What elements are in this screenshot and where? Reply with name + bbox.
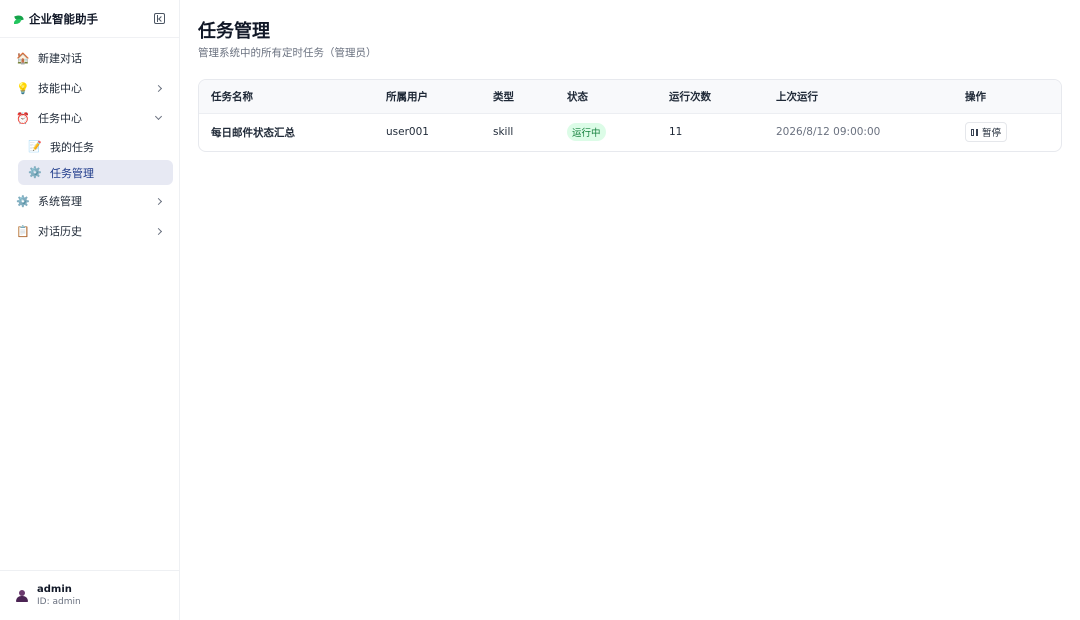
chevron-down-icon xyxy=(154,112,163,121)
lightbulb-icon: 💡 xyxy=(16,81,30,95)
task-name-cell: 每日邮件状态汇总 xyxy=(211,126,295,139)
sidebar-item-history[interactable]: 📋 对话历史 xyxy=(0,216,179,246)
memo-icon: 📝 xyxy=(28,140,42,153)
table-row: 每日邮件状态汇总 user001 skill 运行中 11 2026/8/12 … xyxy=(199,113,1061,151)
column-header: 类型 xyxy=(481,80,555,114)
column-header: 上次运行 xyxy=(764,80,953,114)
chevron-right-icon xyxy=(154,227,163,235)
task-last-run-cell: 2026/8/12 09:00:00 xyxy=(776,126,881,139)
gear-icon: ⚙️ xyxy=(28,166,42,179)
sidebar-item-system[interactable]: ⚙️ 系统管理 xyxy=(0,186,179,216)
column-header: 操作 xyxy=(953,80,1061,114)
gear-icon: ⚙️ xyxy=(16,194,30,208)
pause-button-label: 暂停 xyxy=(982,128,1002,140)
user-id: ID: admin xyxy=(37,597,81,607)
page-subtitle: 管理系统中的所有定时任务（管理员） xyxy=(198,47,377,59)
alarm-clock-icon: ⏰ xyxy=(16,111,30,125)
user-info: admin ID: admin xyxy=(37,584,81,607)
user-name: admin xyxy=(37,584,72,595)
status-badge: 运行中 xyxy=(567,123,606,142)
house-icon: 🏠 xyxy=(16,51,30,65)
pause-icon xyxy=(971,128,978,136)
user-profile[interactable]: admin ID: admin xyxy=(0,570,179,620)
brand-header: 企业智能助手 xyxy=(0,0,179,38)
task-type-cell: skill xyxy=(493,126,514,139)
task-runs-cell: 11 xyxy=(669,126,683,139)
clipboard-icon: 📋 xyxy=(16,224,30,238)
sidebar-item-label: 对话历史 xyxy=(38,225,82,238)
sidebar-item-skills[interactable]: 💡 技能中心 xyxy=(0,73,179,103)
task-table-card: 任务名称 所属用户 类型 状态 运行次数 上次运行 操作 每日邮件状态汇总 us… xyxy=(198,79,1062,152)
sidebar-item-tasks[interactable]: ⏰ 任务中心 xyxy=(0,103,179,133)
user-avatar-icon xyxy=(16,589,28,602)
chevron-right-icon xyxy=(154,84,163,92)
collapse-sidebar-icon[interactable] xyxy=(154,13,165,24)
task-action-cell: 暂停 xyxy=(953,113,1061,151)
sidebar: 企业智能助手 🏠 新建对话 💡 技能中心 ⏰ 任务中心 📝 我的任务 ⚙️ 任务… xyxy=(0,0,180,620)
sidebar-item-label: 系统管理 xyxy=(38,195,82,208)
column-header: 任务名称 xyxy=(199,80,374,114)
table-header-row: 任务名称 所属用户 类型 状态 运行次数 上次运行 操作 xyxy=(199,80,1061,114)
sidebar-nav: 🏠 新建对话 💡 技能中心 ⏰ 任务中心 📝 我的任务 ⚙️ 任务管理 ⚙️ 系… xyxy=(0,38,179,570)
chevron-right-icon xyxy=(154,197,163,205)
sidebar-item-label: 新建对话 xyxy=(38,52,82,65)
column-header: 所属用户 xyxy=(374,80,481,114)
column-header: 运行次数 xyxy=(657,80,764,114)
sidebar-item-new-chat[interactable]: 🏠 新建对话 xyxy=(0,43,179,73)
sidebar-subitem-label: 我的任务 xyxy=(50,140,94,154)
task-user-cell: user001 xyxy=(386,126,429,139)
task-status-cell: 运行中 xyxy=(555,113,657,151)
leaf-logo-icon xyxy=(14,13,24,25)
main-content: 任务管理 管理系统中的所有定时任务（管理员） 任务名称 所属用户 类型 状态 运… xyxy=(180,0,1080,620)
sidebar-subitem-label: 任务管理 xyxy=(50,166,94,180)
sidebar-subitem-task-management[interactable]: ⚙️ 任务管理 xyxy=(18,160,173,185)
task-table: 任务名称 所属用户 类型 状态 运行次数 上次运行 操作 每日邮件状态汇总 us… xyxy=(199,80,1061,151)
page-title: 任务管理 xyxy=(198,21,270,42)
pause-button[interactable]: 暂停 xyxy=(965,122,1008,143)
sidebar-item-label: 任务中心 xyxy=(38,112,82,125)
sidebar-item-label: 技能中心 xyxy=(38,82,82,95)
app-title: 企业智能助手 xyxy=(29,11,98,26)
column-header: 状态 xyxy=(555,80,657,114)
sidebar-subitem-my-tasks[interactable]: 📝 我的任务 xyxy=(18,134,173,159)
